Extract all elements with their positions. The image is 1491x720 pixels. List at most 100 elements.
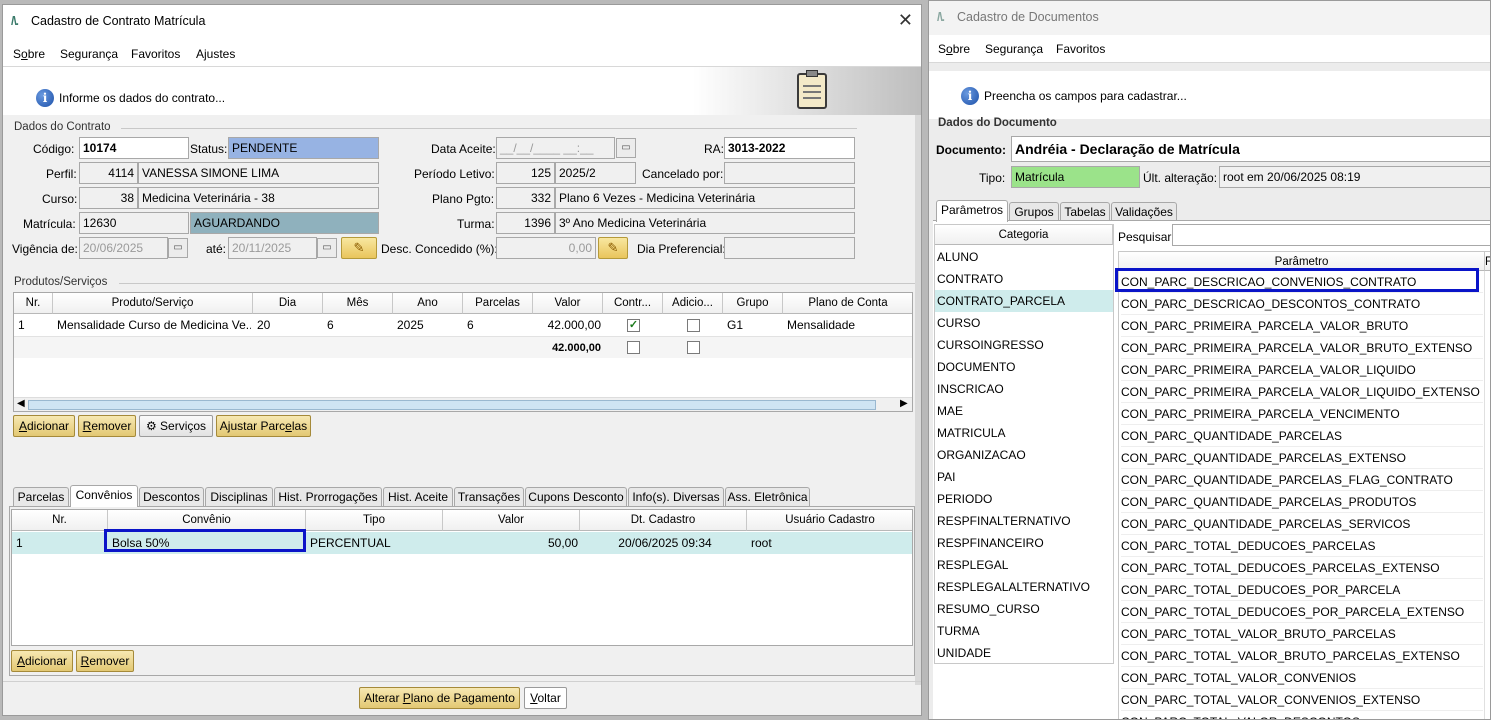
list-item[interactable]: CON_PARC_PRIMEIRA_PARCELA_VALOR_BRUTO [1121, 315, 1483, 337]
list-item[interactable]: TURMA [935, 620, 1113, 642]
parametro-header[interactable]: Parâmetro [1119, 252, 1485, 271]
menu-sobre[interactable]: Sobre [938, 42, 970, 56]
pesquisar-input[interactable] [1172, 224, 1490, 246]
calendar-icon[interactable]: ▭ [317, 238, 337, 258]
scroll-thumb[interactable] [28, 400, 876, 410]
list-item[interactable]: CON_PARC_PRIMEIRA_PARCELA_VENCIMENTO [1121, 403, 1483, 425]
adicio-checkbox-total[interactable] [687, 341, 700, 354]
periodo-code[interactable]: 125 [496, 162, 555, 184]
column-header[interactable]: Plano de Conta [783, 293, 912, 314]
list-item[interactable]: CON_PARC_QUANTIDADE_PARCELAS_EXTENSO [1121, 447, 1483, 469]
list-item[interactable]: ALUNO [935, 246, 1113, 268]
tab-hist-prorroga-es[interactable]: Hist. Prorrogações [274, 487, 382, 507]
list-item[interactable]: PAI [935, 466, 1113, 488]
list-item[interactable]: CON_PARC_TOTAL_DEDUCOES_POR_PARCELA_EXTE… [1121, 601, 1483, 623]
adicio-checkbox[interactable] [687, 319, 700, 332]
column-header[interactable]: Parcelas [463, 293, 533, 314]
column-header[interactable]: Adicio... [663, 293, 723, 314]
conv-convenio[interactable]: Bolsa 50% [110, 532, 171, 554]
matricula-code[interactable]: 12630 [79, 212, 189, 234]
prod-dia[interactable]: 20 [255, 314, 272, 336]
list-item[interactable]: MAE [935, 400, 1113, 422]
list-item[interactable]: CON_PARC_PRIMEIRA_PARCELA_VALOR_LIQUIDO [1121, 359, 1483, 381]
list-item[interactable]: CON_PARC_QUANTIDADE_PARCELAS [1121, 425, 1483, 447]
menu-sobre[interactable]: Sobre [13, 47, 45, 61]
list-item[interactable]: CURSOINGRESSO [935, 334, 1113, 356]
list-item[interactable]: CON_PARC_TOTAL_VALOR_CONVENIOS [1121, 667, 1483, 689]
list-item[interactable]: CON_PARC_PRIMEIRA_PARCELA_VALOR_LIQUIDO_… [1121, 381, 1483, 403]
column-header[interactable]: Contr... [603, 293, 663, 314]
convenios-grid[interactable]: Nr. Convênio Tipo Valor Dt. Cadastro Usuário … [11, 509, 913, 646]
list-item[interactable]: CON_PARC_DESCRICAO_DESCONTOS_CONTRATO [1121, 293, 1483, 315]
list-item[interactable]: CON_PARC_TOTAL_DEDUCOES_PARCELAS_EXTENSO [1121, 557, 1483, 579]
list-item[interactable]: RESPFINALTERNATIVO [935, 510, 1113, 532]
column-header[interactable]: Tipo [306, 510, 443, 531]
menu-seguranca[interactable]: Segurança [985, 42, 1043, 56]
column-header[interactable]: Dt. Cadastro [580, 510, 747, 531]
edit-vigencia-icon[interactable]: ✎ [341, 237, 377, 259]
column-header[interactable]: Nr. [12, 510, 108, 531]
tab-transa-es[interactable]: Transações [454, 487, 524, 507]
plano-code[interactable]: 332 [496, 187, 555, 209]
calendar-icon[interactable]: ▭ [168, 238, 188, 258]
list-item[interactable]: CON_PARC_QUANTIDADE_PARCELAS_PRODUTOS [1121, 491, 1483, 513]
calendar-icon[interactable]: ▭ [616, 138, 636, 158]
parametro-grid[interactable]: Parâmetro F CON_PARC_DESCRICAO_CONVENIOS… [1118, 251, 1490, 719]
column-header[interactable]: Valor [443, 510, 580, 531]
column-header[interactable]: Valor [533, 293, 603, 314]
list-item[interactable]: CURSO [935, 312, 1113, 334]
tab-tabelas[interactable]: Tabelas [1060, 202, 1110, 222]
tab-disciplinas[interactable]: Disciplinas [205, 487, 273, 507]
close-icon[interactable]: ✕ [898, 10, 913, 31]
list-item[interactable]: CON_PARC_PRIMEIRA_PARCELA_VALOR_BRUTO_EX… [1121, 337, 1483, 359]
data-aceite-field[interactable]: __/__/____ __:__ [496, 137, 615, 159]
prod-nr[interactable]: 1 [16, 314, 27, 336]
adicionar-produto-button[interactable]: Adicionar [13, 415, 75, 437]
list-item[interactable]: RESPFINANCEIRO [935, 532, 1113, 554]
column-header[interactable]: Convênio [108, 510, 306, 531]
list-item[interactable]: CON_PARC_TOTAL_VALOR_DESCONTOS [1121, 711, 1483, 719]
prod-plano[interactable]: Mensalidade [785, 314, 857, 336]
edit-desconto-icon[interactable]: ✎ [598, 237, 628, 259]
prod-parcelas[interactable]: 6 [465, 314, 476, 336]
tab-conv-nios[interactable]: Convênios [70, 485, 138, 507]
column-header[interactable]: Produto/Serviço [53, 293, 253, 314]
tab-cupons-desconto[interactable]: Cupons Desconto [525, 487, 627, 507]
list-item[interactable]: CON_PARC_TOTAL_VALOR_BRUTO_PARCELAS_EXTE… [1121, 645, 1483, 667]
tab-parcelas[interactable]: Parcelas [13, 487, 69, 507]
tipo-field[interactable]: Matrícula [1011, 166, 1140, 188]
tab-descontos[interactable]: Descontos [139, 487, 204, 507]
conv-valor[interactable]: 50,00 [445, 532, 580, 554]
prod-produto[interactable]: Mensalidade Curso de Medicina Ve... [55, 314, 251, 336]
remover-convenio-button[interactable]: Remover [76, 650, 134, 672]
list-item[interactable]: CON_PARC_TOTAL_VALOR_BRUTO_PARCELAS [1121, 623, 1483, 645]
desc-concedido-field[interactable]: 0,00 [496, 237, 596, 259]
list-item[interactable]: CON_PARC_DESCRICAO_CONVENIOS_CONTRATO [1121, 271, 1483, 293]
codigo-field[interactable]: 10174 [79, 137, 189, 159]
documento-field[interactable]: Andréia - Declaração de Matrícula [1011, 136, 1490, 162]
menu-favoritos[interactable]: Favoritos [131, 47, 180, 61]
list-item[interactable]: CON_PARC_QUANTIDADE_PARCELAS_FLAG_CONTRA… [1121, 469, 1483, 491]
list-item[interactable]: CONTRATO [935, 268, 1113, 290]
conv-usuario[interactable]: root [749, 532, 774, 554]
list-item[interactable]: ORGANIZACAO [935, 444, 1113, 466]
tab-info-s-diversas[interactable]: Info(s). Diversas [628, 487, 724, 507]
contr-checkbox-checked[interactable]: ✓ [627, 319, 640, 332]
vigencia-de-field[interactable]: 20/06/2025 [79, 237, 168, 259]
conv-nr[interactable]: 1 [14, 532, 25, 554]
categoria-list[interactable]: Categoria ALUNO CONTRATO CONTRATO_PARCELA C… [934, 224, 1114, 664]
tab-ass-eletr-nica[interactable]: Ass. Eletrônica [725, 487, 810, 507]
list-item[interactable]: CON_PARC_TOTAL_DEDUCOES_POR_PARCELA [1121, 579, 1483, 601]
list-item[interactable]: CON_PARC_TOTAL_VALOR_CONVENIOS_EXTENSO [1121, 689, 1483, 711]
categoria-header[interactable]: Categoria [935, 225, 1113, 245]
dia-preferencial-field[interactable] [724, 237, 855, 259]
ajustar-parcelas-button[interactable]: Ajustar Parcelas [216, 415, 311, 437]
contr-checkbox-total[interactable] [627, 341, 640, 354]
prod-mes[interactable]: 6 [325, 314, 336, 336]
menu-seguranca[interactable]: Segurança [60, 47, 118, 61]
turma-code[interactable]: 1396 [496, 212, 555, 234]
list-item[interactable]: INSCRICAO [935, 378, 1113, 400]
conv-dt[interactable]: 20/06/2025 09:34 [582, 532, 748, 554]
column-header[interactable]: Ano [393, 293, 463, 314]
list-item[interactable]: DOCUMENTO [935, 356, 1113, 378]
